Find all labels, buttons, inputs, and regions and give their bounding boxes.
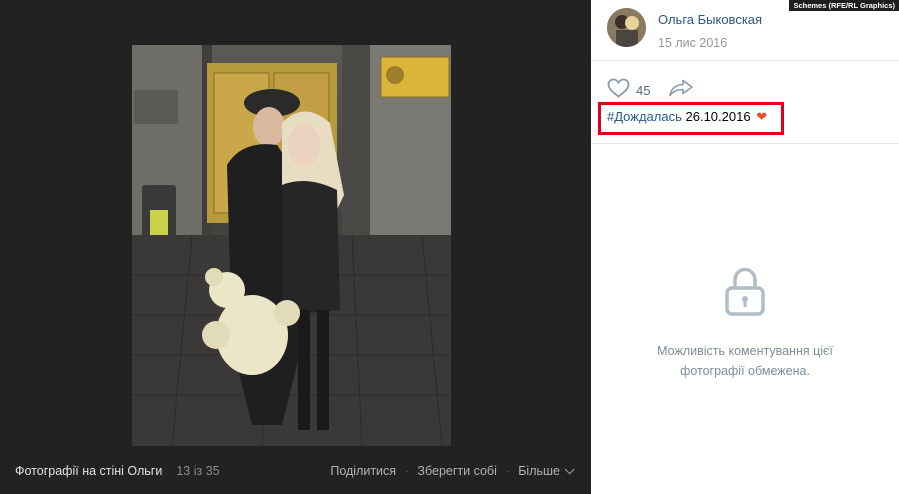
album-caption[interactable]: Фотографії на стіні Ольги <box>15 464 162 478</box>
share-link[interactable]: Поділитися <box>330 464 396 478</box>
lock-icon <box>724 267 766 320</box>
heart-emoji: ❤ <box>756 109 768 124</box>
divider <box>591 60 899 61</box>
like-row: 45 <box>607 78 694 103</box>
author-name[interactable]: Ольга Быковская <box>658 12 762 27</box>
avatar[interactable] <box>607 8 646 47</box>
viewer-footer: Фотографії на стіні Ольги 13 із 35 Поділ… <box>15 462 575 480</box>
post-text-highlight: #Дождалась 26.10.2016 ❤ <box>598 102 784 135</box>
divider <box>591 143 899 144</box>
post-date[interactable]: 15 лис 2016 <box>658 36 762 50</box>
author-info: Ольга Быковская 15 лис 2016 <box>658 8 762 52</box>
heart-outline-icon[interactable] <box>607 78 630 103</box>
photo-viewer: Фотографії на стіні Ольги 13 із 35 Поділ… <box>0 0 591 494</box>
save-link[interactable]: Зберегти собі <box>417 464 496 478</box>
comments-locked: Можливість коментування цієї фотографії … <box>591 266 899 381</box>
separator-dot: · <box>405 465 409 477</box>
photo-counter: 13 із 35 <box>176 464 220 478</box>
separator-dot: · <box>505 465 510 477</box>
more-label: Більше <box>518 464 560 478</box>
photo-illustration <box>132 45 451 446</box>
avatar-image <box>607 8 646 47</box>
viewer-actions: Поділитися · Зберегти собі · Більше <box>330 464 575 478</box>
message-line-1: Можливість коментування цієї <box>657 344 833 358</box>
watermark: Schemes (RFE/RL Graphics) <box>789 0 899 11</box>
author-header: Ольга Быковская 15 лис 2016 <box>607 8 762 52</box>
photo[interactable] <box>132 45 451 446</box>
post-date-text: 26.10.2016 <box>685 109 751 124</box>
side-panel: Schemes (RFE/RL Graphics) Ольга Быковска… <box>591 0 899 494</box>
chevron-down-icon <box>564 464 575 475</box>
message-line-2: фотографії обмежена. <box>680 364 810 378</box>
like-count: 45 <box>636 83 651 98</box>
comments-restricted-message: Можливість коментування цієї фотографії … <box>591 341 899 381</box>
more-menu[interactable]: Більше <box>518 464 575 478</box>
share-arrow-icon[interactable] <box>668 79 694 102</box>
hashtag-link[interactable]: #Дождалась <box>607 109 682 124</box>
